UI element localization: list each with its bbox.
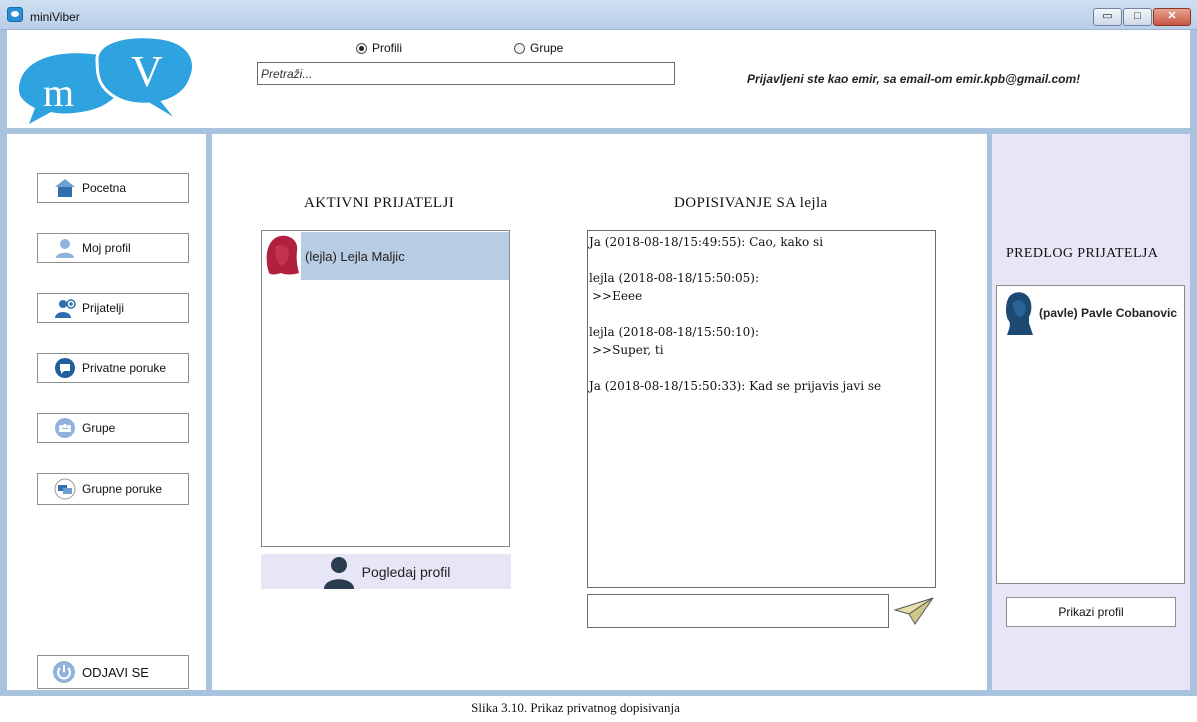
logo: m V: [19, 35, 195, 124]
sidebar: Pocetna Moj profil Prijatelji Privatne p…: [7, 134, 206, 690]
header: m V Profili Grupe Prijavljeni ste kao em…: [7, 30, 1190, 128]
search-input[interactable]: [257, 62, 675, 85]
sidebar-item-grupne-poruke[interactable]: Grupne poruke: [37, 473, 189, 505]
app-icon: [7, 7, 23, 22]
person-icon: [322, 555, 356, 589]
message-header: lejla (2018-08-18/15:50:05):: [589, 271, 759, 285]
chat-message: Ja (2018-08-18/15:49:55): Cao, kako si: [589, 233, 934, 251]
chat-title: DOPISIVANJE SA lejla: [674, 195, 828, 211]
window-title: miniViber: [30, 10, 80, 24]
radio-groups[interactable]: Grupe: [514, 41, 563, 55]
chat-message: Ja (2018-08-18/15:50:33): Kad se prijavi…: [589, 377, 934, 395]
sidebar-item-label: Privatne poruke: [82, 361, 167, 375]
show-profile-button[interactable]: Prikazi profil: [1006, 597, 1176, 627]
chat-message: lejla (2018-08-18/15:50:10): >>Super, ti: [589, 323, 934, 359]
group-messages-icon: [54, 478, 76, 500]
chat-message: lejla (2018-08-18/15:50:05): >>Eeee: [589, 269, 934, 305]
chat-history: Ja (2018-08-18/15:49:55): Cao, kako si l…: [587, 230, 936, 588]
sidebar-item-label: Grupe: [82, 421, 116, 435]
friends-icon: [54, 297, 76, 319]
logo-m: m: [43, 70, 74, 115]
active-friends-list[interactable]: (lejla) Lejla Maljic: [261, 230, 510, 547]
logged-in-status: Prijavljeni ste kao emir, sa email-om em…: [747, 72, 1081, 86]
figure-caption: Slika 3.10. Prikaz privatnog dopisivanja: [471, 700, 680, 715]
radio-profiles-dot[interactable]: [356, 42, 367, 54]
sidebar-item-label: Pocetna: [82, 181, 127, 195]
radio-groups-dot[interactable]: [514, 42, 525, 54]
message-header: Ja (2018-08-18/15:50:33): Kad se prijavi…: [589, 379, 882, 393]
view-profile-label: Pogledaj profil: [361, 563, 451, 580]
group-icon: [54, 417, 76, 439]
list-item[interactable]: (lejla) Lejla Maljic: [263, 232, 509, 280]
title-bar: miniViber ▭ □ ✕: [0, 0, 1197, 30]
sidebar-item-prijatelji[interactable]: Prijatelji: [37, 293, 189, 323]
minimize-button[interactable]: ▭: [1093, 8, 1122, 26]
message-body: >>Super, ti: [592, 343, 664, 357]
radio-profiles-label: Profili: [372, 41, 403, 55]
list-item[interactable]: (pavle) Pavle Cobanovic: [1001, 288, 1177, 338]
male-avatar-icon: [1006, 292, 1033, 335]
friend-label: (lejla) Lejla Maljic: [301, 232, 509, 280]
close-button[interactable]: ✕: [1153, 8, 1191, 26]
suggestions-list[interactable]: (pavle) Pavle Cobanovic: [996, 285, 1185, 584]
user-icon: [54, 237, 76, 259]
chat-icon: [54, 357, 76, 379]
sidebar-item-moj-profil[interactable]: Moj profil: [37, 233, 189, 263]
radio-profiles[interactable]: Profili: [356, 41, 402, 55]
sidebar-item-pocetna[interactable]: Pocetna: [37, 173, 189, 203]
suggestions-title: PREDLOG PRIJATELJA: [1006, 246, 1159, 261]
home-icon: [54, 177, 76, 199]
sidebar-item-label: Prijatelji: [82, 301, 125, 315]
sidebar-item-label: Moj profil: [82, 241, 131, 255]
radio-groups-label: Grupe: [530, 41, 564, 55]
maximize-button[interactable]: □: [1123, 8, 1152, 26]
active-friends-title: AKTIVNI PRIJATELJI: [304, 195, 455, 211]
suggestion-label: (pavle) Pavle Cobanovic: [1039, 306, 1178, 320]
message-input[interactable]: [587, 594, 889, 628]
female-avatar-icon: [263, 232, 301, 280]
sidebar-item-privatne-poruke[interactable]: Privatne poruke: [37, 353, 189, 383]
friend-suggestions-panel: PREDLOG PRIJATELJA (pavle) Pavle Cobanov…: [992, 134, 1190, 690]
sidebar-item-label: Grupne poruke: [82, 482, 163, 496]
logout-button[interactable]: ODJAVI SE: [37, 655, 189, 689]
logout-label: ODJAVI SE: [82, 664, 149, 680]
sidebar-item-grupe[interactable]: Grupe: [37, 413, 189, 443]
main-content: AKTIVNI PRIJATELJI DOPISIVANJE SA lejla …: [212, 134, 987, 690]
message-body: >>Eeee: [592, 289, 643, 303]
view-profile-button[interactable]: Pogledaj profil: [261, 554, 511, 589]
power-icon: [52, 660, 76, 684]
message-header: lejla (2018-08-18/15:50:10):: [589, 325, 759, 339]
app-window: miniViber ▭ □ ✕ m V Profili Grupe Prijav…: [0, 0, 1197, 696]
paper-plane-icon: [893, 597, 934, 625]
logo-v: V: [131, 47, 163, 96]
send-button[interactable]: [892, 594, 936, 628]
message-header: Ja (2018-08-18/15:49:55): Cao, kako si: [589, 235, 824, 249]
